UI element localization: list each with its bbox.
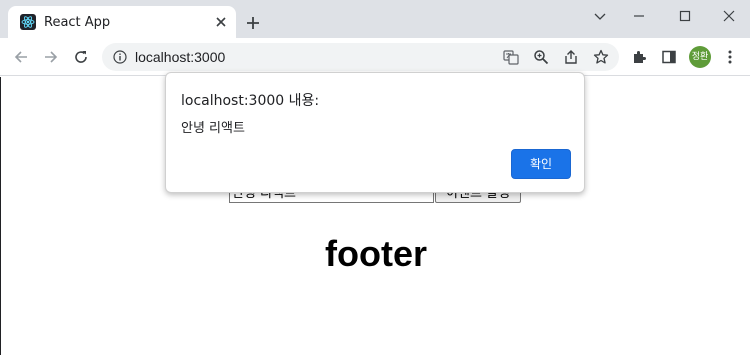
maximize-icon[interactable] bbox=[678, 9, 692, 23]
chevron-down-icon[interactable] bbox=[593, 9, 607, 23]
tab-strip: React App bbox=[0, 0, 750, 38]
alert-dialog: localhost:3000 내용: 안녕 리액트 확인 bbox=[165, 72, 585, 193]
extensions-puzzle-icon[interactable] bbox=[632, 49, 648, 65]
forward-arrow-icon[interactable] bbox=[43, 49, 59, 65]
bookmark-star-icon[interactable] bbox=[593, 49, 609, 65]
tab-react-app[interactable]: React App bbox=[8, 6, 236, 38]
close-icon[interactable] bbox=[214, 15, 228, 29]
url-text[interactable]: localhost:3000 bbox=[135, 49, 225, 65]
window-close-icon[interactable] bbox=[722, 9, 736, 23]
reload-icon[interactable] bbox=[73, 49, 89, 65]
minimize-icon[interactable] bbox=[632, 9, 646, 23]
plus-icon[interactable] bbox=[245, 15, 261, 31]
zoom-icon[interactable] bbox=[533, 49, 549, 65]
browser-window: React App localhost:3000 정환 안녕 리액트 이벤트 발… bbox=[0, 0, 750, 355]
browser-toolbar: localhost:3000 정환 bbox=[0, 38, 750, 76]
dialog-title: localhost:3000 내용: bbox=[181, 93, 320, 109]
share-icon[interactable] bbox=[563, 49, 579, 65]
profile-avatar[interactable]: 정환 bbox=[689, 46, 711, 68]
translate-icon[interactable] bbox=[503, 49, 519, 65]
ok-button[interactable]: 확인 bbox=[511, 149, 571, 179]
react-atom-icon bbox=[20, 14, 36, 30]
back-arrow-icon[interactable] bbox=[13, 49, 29, 65]
footer-heading: footer bbox=[325, 233, 427, 274]
address-bar[interactable]: localhost:3000 bbox=[102, 43, 619, 71]
tab-title: React App bbox=[44, 15, 111, 30]
more-vertical-icon[interactable] bbox=[722, 49, 738, 65]
dialog-message: 안녕 리액트 bbox=[181, 121, 245, 136]
side-panel-icon[interactable] bbox=[661, 49, 677, 65]
info-icon[interactable] bbox=[113, 50, 127, 64]
